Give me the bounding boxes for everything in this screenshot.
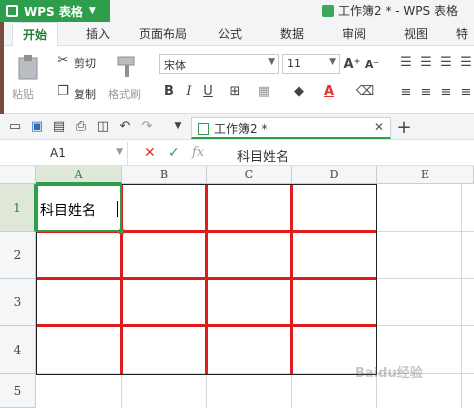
name-box[interactable]: A1 ▼ [0,142,128,166]
row-header-4[interactable]: 4 [0,326,36,374]
row-header-1[interactable]: 1 [0,184,36,232]
copy-label[interactable]: 复制 [74,86,96,102]
clear-format-icon[interactable]: ⌫ [356,82,374,100]
fill-handle[interactable] [119,229,124,234]
close-icon[interactable]: ✕ [374,120,384,134]
column-header-e[interactable]: E [377,166,474,184]
align-middle-icon[interactable]: ☰ [418,54,434,70]
tab-features[interactable]: 特色 [456,22,474,65]
row-header-5[interactable]: 5 [0,374,36,408]
window-title: 工作簿2 * - WPS 表格 [322,0,458,22]
tab-data[interactable]: 数据 [280,22,304,46]
print-preview-icon[interactable]: ◫ [96,119,110,134]
scissors-icon[interactable]: ✂ [56,52,70,68]
app-name: WPS 表格 [24,4,83,19]
tab-review[interactable]: 审阅 [342,22,366,46]
chevron-down-icon: ▼ [88,6,96,16]
column-header-b[interactable]: B [122,166,207,184]
column-header-c[interactable]: C [207,166,292,184]
format-painter-icon[interactable] [112,52,142,82]
underline-icon[interactable]: U [201,82,215,100]
align-left-icon[interactable]: ≡ [398,84,414,100]
new-tab-icon[interactable]: + [396,117,412,138]
align-justify-icon[interactable]: ☰ [458,54,474,70]
chevron-down-icon: ▼ [268,57,275,67]
font-size-select[interactable]: 11 ▼ [282,54,340,74]
italic-icon[interactable]: I [182,82,196,100]
chevron-down-icon: ▼ [329,57,336,67]
print-icon[interactable]: ⎙ [74,119,88,134]
formula-input[interactable]: 科目姓名 [225,143,474,165]
fill-color-icon[interactable]: ◆ [290,82,308,100]
align-center-icon[interactable]: ≡ [418,84,434,100]
export-pdf-icon[interactable]: ▤ [52,119,66,134]
select-all-corner[interactable] [0,166,36,184]
confirm-edit-icon[interactable]: ✓ [168,145,180,161]
paste-icon[interactable] [14,52,42,82]
paste-label[interactable]: 粘贴 [12,86,34,102]
watermark: Baidu经验 [355,366,423,381]
open-folder-icon[interactable]: ▭ [8,119,22,134]
cancel-edit-icon[interactable]: ✕ [144,145,156,161]
chevron-down-icon: ▼ [116,147,123,157]
borders-icon[interactable]: ⊞ [226,82,244,100]
app-menu-button[interactable]: WPS 表格 ▼ [0,0,110,22]
tab-insert[interactable]: 插入 [86,22,110,46]
text-caret [117,201,118,217]
desktop-edge [0,22,4,114]
document-icon [198,123,209,135]
row-header-2[interactable]: 2 [0,232,36,279]
wps-logo-icon [6,5,18,17]
column-header-a[interactable]: A [36,166,122,184]
gridline [461,184,462,408]
format-painter-label[interactable]: 格式刷 [108,86,141,102]
save-icon[interactable]: ▣ [30,119,44,134]
undo-icon[interactable]: ↶ [118,119,132,134]
distributed-icon[interactable]: ≡ [458,84,474,100]
cell-a1[interactable]: 科目姓名 [40,200,96,220]
insert-function-icon[interactable]: fx [192,145,204,160]
tab-formulas[interactable]: 公式 [218,22,242,46]
row-header-3[interactable]: 3 [0,279,36,326]
font-color-icon[interactable]: A [320,82,338,100]
merge-cells-icon[interactable]: ▦ [255,82,273,100]
align-right-icon[interactable]: ≡ [438,84,454,100]
redo-icon[interactable]: ↷ [140,119,154,134]
customize-toolbar-icon[interactable]: ▼ [172,119,184,133]
bold-icon[interactable]: B [162,82,176,100]
cut-label[interactable]: 剪切 [74,55,96,71]
column-header-d[interactable]: D [292,166,377,184]
tab-view[interactable]: 视图 [404,22,428,46]
tab-home[interactable]: 开始 [12,22,59,47]
font-family-select[interactable]: 宋体 ▼ [159,54,279,74]
decrease-font-icon[interactable]: A⁻ [364,54,380,74]
increase-font-icon[interactable]: A⁺ [344,54,361,74]
copy-icon[interactable]: ❐ [56,83,70,99]
align-bottom-icon[interactable]: ☰ [438,54,454,70]
tab-page-layout[interactable]: 页面布局 [139,22,187,46]
align-top-icon[interactable]: ☰ [398,54,414,70]
document-tab[interactable]: 工作簿2 * ✕ [191,117,391,139]
spreadsheet-icon [322,5,334,17]
